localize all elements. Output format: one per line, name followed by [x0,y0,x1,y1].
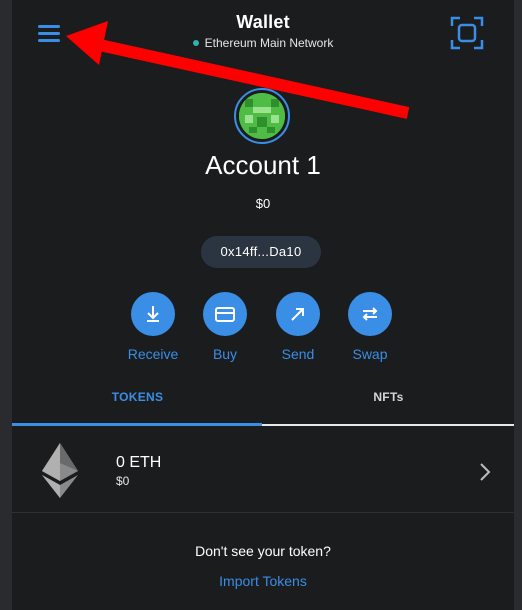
token-fiat-value: $0 [116,474,130,488]
token-row-eth[interactable]: 0 ETH $0 [12,428,514,513]
card-icon [203,292,247,336]
token-amount: 0 ETH [116,454,162,471]
chevron-right-icon [478,462,492,482]
ethereum-icon [40,441,80,499]
wallet-screen: Wallet Ethereum Main Network Account 1 $… [12,0,514,610]
asset-tabs: TOKENS NFTs [12,380,514,428]
account-avatar[interactable] [234,88,290,144]
active-tab-indicator [12,423,262,426]
swap-button[interactable]: Swap [335,292,405,362]
qr-scan-icon[interactable] [450,16,484,50]
network-name: Ethereum Main Network [204,36,334,50]
network-status-dot [192,39,199,46]
import-tokens-link[interactable]: Import Tokens [12,573,514,589]
send-arrow-icon [276,292,320,336]
buy-button[interactable]: Buy [190,292,260,362]
receive-label: Receive [127,346,179,362]
network-indicator[interactable]: Ethereum Main Network [12,36,514,50]
receive-button[interactable]: Receive [118,292,188,362]
missing-token-prompt: Don't see your token? [195,543,331,559]
left-frame-edge [0,0,12,610]
identicon [239,93,285,139]
header: Wallet Ethereum Main Network [12,0,514,60]
send-label: Send [281,346,315,362]
tab-tokens[interactable]: TOKENS [12,380,263,426]
download-icon [131,292,175,336]
buy-label: Buy [212,346,238,362]
send-button[interactable]: Send [263,292,333,362]
tab-nfts[interactable]: NFTs [263,380,514,426]
page-title: Wallet [236,12,290,32]
account-name[interactable]: Account 1 [12,150,514,181]
account-address-pill[interactable]: 0x14ff...Da10 [201,236,321,268]
account-balance: $0 [255,196,271,211]
swap-label: Swap [352,346,388,362]
swap-icon [348,292,392,336]
right-frame-edge [514,0,522,610]
